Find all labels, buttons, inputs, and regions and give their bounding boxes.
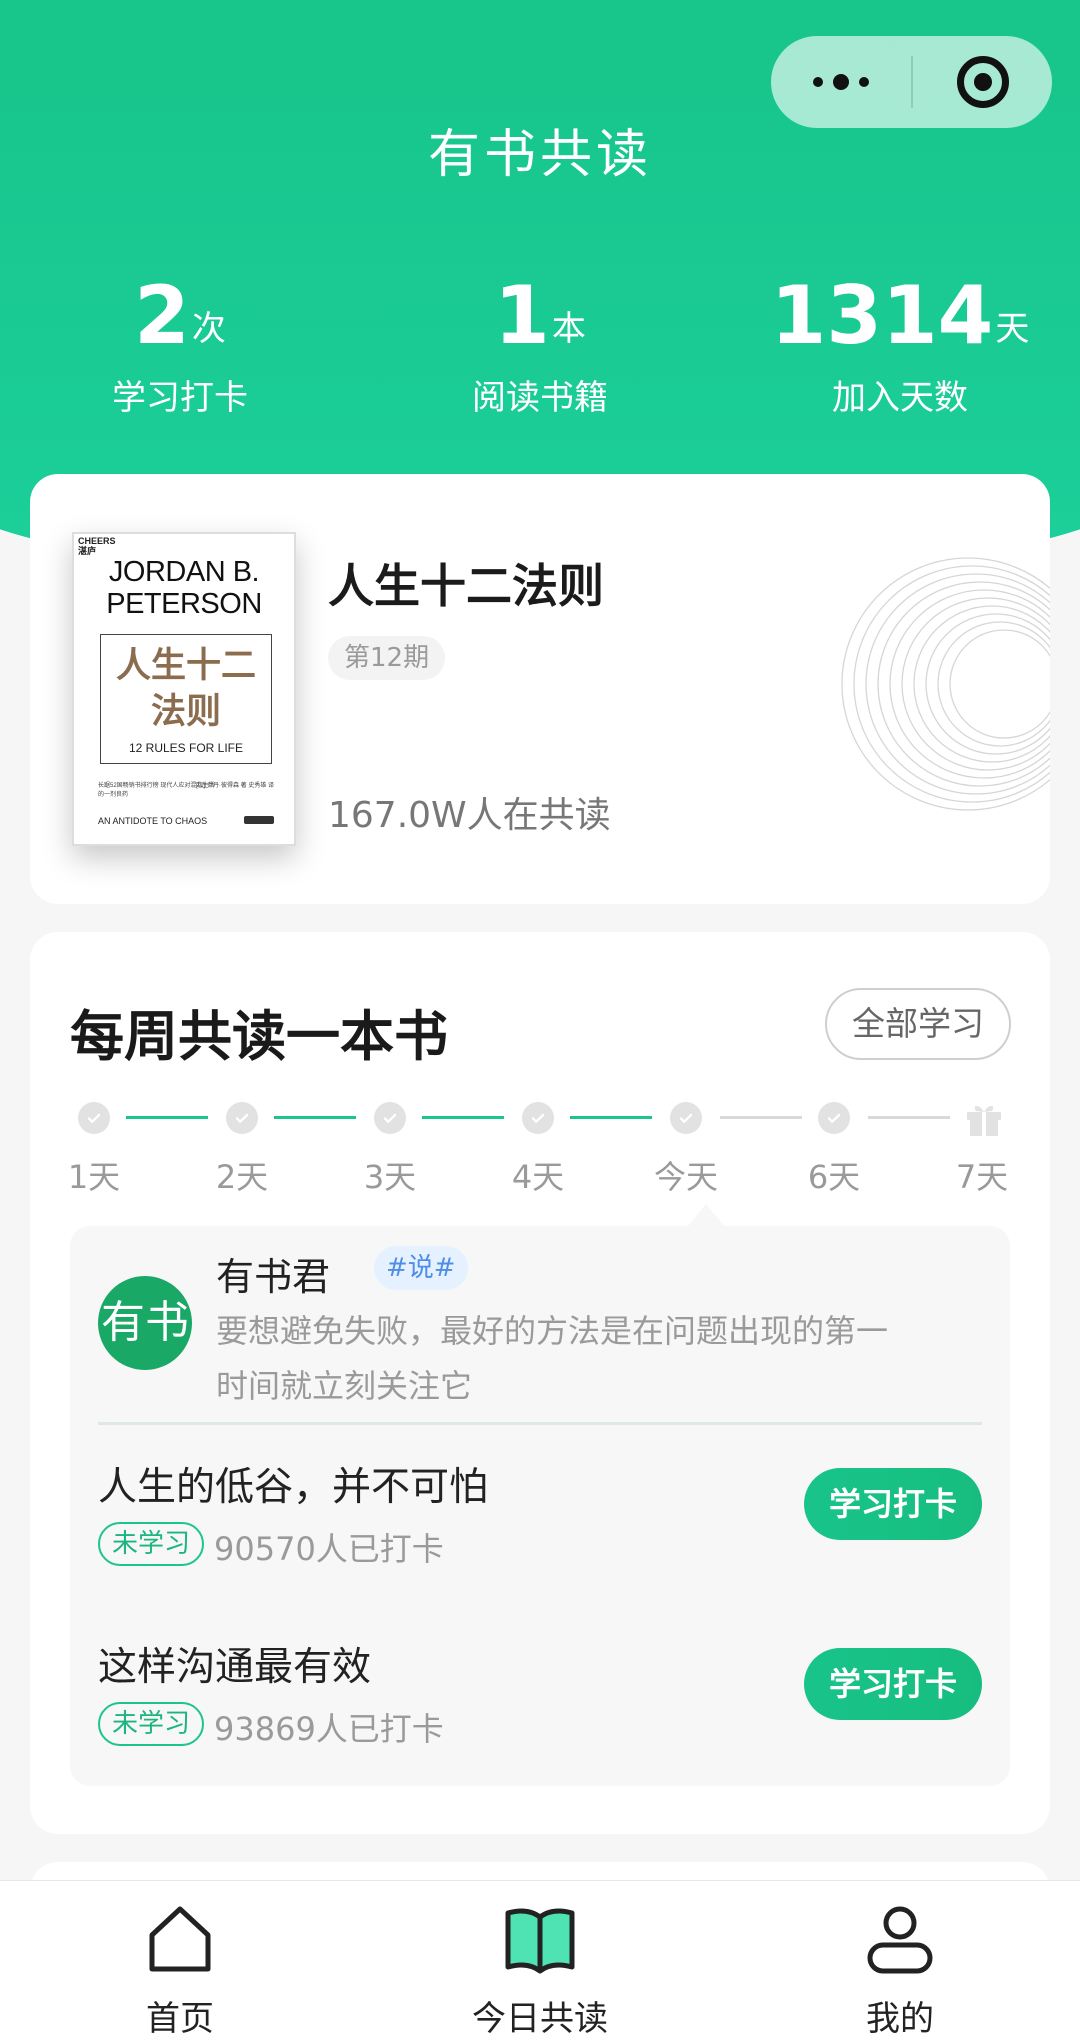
target-icon: [956, 56, 1009, 108]
lesson-title: 这样沟通最有效: [98, 1645, 372, 1690]
study-all-button[interactable]: 全部学习: [825, 988, 1011, 1060]
day-label: 7天: [955, 1158, 1009, 1196]
study-checkin-button[interactable]: 学习打卡: [804, 1648, 982, 1720]
quote-author-name: 有书君: [216, 1255, 331, 1299]
day-check-icon: [226, 1102, 258, 1134]
stat-value: 2: [134, 269, 190, 362]
lesson-item[interactable]: 这样沟通最有效 未学习 93869人已打卡 学习打卡: [98, 1636, 982, 1756]
day-label: 2天: [215, 1158, 269, 1196]
open-book-icon: [505, 1908, 575, 1974]
decorative-rings-icon: [841, 557, 1050, 811]
status-badge: 未学习: [98, 1702, 205, 1746]
timeline-segment-done: [274, 1116, 356, 1119]
timeline-segment-pending: [868, 1116, 950, 1119]
tab-today-reading[interactable]: 今日共读: [420, 1899, 660, 2040]
stat-unit: 天: [995, 309, 1030, 349]
book-cover[interactable]: CHEERS 湛庐 JORDAN B. PETERSON 人生十二法则 12 R…: [72, 532, 296, 846]
avatar: 有书: [98, 1276, 192, 1370]
day-check-icon: [78, 1102, 110, 1134]
tab-mine[interactable]: 我的: [780, 1899, 1020, 2040]
gift-icon: [967, 1105, 1001, 1136]
cover-author: JORDAN B. PETERSON: [106, 556, 262, 620]
cover-subtitle: AN ANTIDOTE TO CHAOS: [98, 816, 208, 826]
cover-title-en: 12 RULES FOR LIFE: [128, 741, 244, 755]
tab-label: 首页: [146, 1999, 214, 2039]
day-check-icon: [818, 1102, 850, 1134]
timeline-segment-pending: [720, 1116, 802, 1119]
day-label: 3天: [363, 1158, 417, 1196]
stat-value: 1: [494, 269, 550, 362]
cover-title-zh: 人生十二法则: [115, 646, 256, 732]
page: 有书共读 2次 学习打卡 1本 阅读书籍 1314 天 加入天数 CHEERS 湛…: [0, 0, 1080, 2040]
current-book-card[interactable]: CHEERS 湛庐 JORDAN B. PETERSON 人生十二法则 12 R…: [30, 474, 1050, 904]
home-icon: [149, 1906, 211, 1972]
stat-checkins: 2次 学习打卡: [30, 270, 330, 419]
week-progress-timeline: 1天 2天 3天 4天 今天 6天 7天: [30, 1102, 1050, 1212]
lesson-item[interactable]: 人生的低谷，并不可怕 未学习 90570人已打卡 学习打卡: [98, 1456, 982, 1576]
today-pointer: [688, 1204, 724, 1226]
quote-text: 要想避免失败，最好的方法是在问题出现的第一时间就立刻关注它: [216, 1312, 889, 1405]
tab-label: 我的: [866, 1999, 934, 2039]
stat-value: 1314: [770, 269, 994, 362]
day-check-icon: [522, 1102, 554, 1134]
stats-row: 2次 学习打卡 1本 阅读书籍 1314 天 加入天数: [0, 270, 1080, 420]
weekly-reading-card: 每周共读一本书 全部学习 1天 2天 3天 4天 今天 6天 7天 有书 有书君…: [30, 932, 1050, 1834]
divider: [98, 1422, 982, 1425]
today-content-panel: 有书 有书君 #说# 要想避免失败，最好的方法是在问题出现的第一时间就立刻关注它…: [70, 1226, 1010, 1786]
cover-credits: [加] 乔丹·彼得森 著 史秀雄 译: [195, 783, 274, 789]
issue-badge: 第12期: [328, 636, 446, 680]
tab-label: 今日共读: [472, 1999, 608, 2039]
lesson-title: 人生的低谷，并不可怕: [98, 1465, 489, 1510]
app-title: 有书共读: [427, 125, 652, 185]
reader-count: 167.0W人在共读: [328, 795, 611, 836]
timeline-segment-done: [126, 1116, 208, 1119]
stat-days-joined: 1314 天 加入天数: [750, 270, 1050, 419]
bottom-tab-bar: 首页 今日共读 我的: [0, 1880, 1080, 2040]
status-badge: 未学习: [98, 1522, 205, 1566]
day-label-today: 今天: [653, 1158, 718, 1196]
tab-home[interactable]: 首页: [60, 1899, 300, 2040]
cover-title-frame: 人生十二法则 12 RULES FOR LIFE: [100, 634, 272, 764]
timeline-segment-done: [570, 1116, 652, 1119]
stat-unit: 本: [551, 309, 586, 349]
checkin-count: 90570人已打卡: [214, 1530, 444, 1568]
cover-publisher-logo: [244, 816, 274, 824]
checkin-count: 93869人已打卡: [214, 1710, 444, 1748]
stat-label: 学习打卡: [112, 378, 248, 418]
day-label: 6天: [807, 1158, 861, 1196]
day-label: 1天: [67, 1158, 121, 1196]
day-label: 4天: [511, 1158, 565, 1196]
user-icon: [867, 1906, 933, 1974]
quote-tag: #说#: [374, 1246, 468, 1290]
study-checkin-button[interactable]: 学习打卡: [804, 1468, 982, 1540]
more-dots-icon: [813, 77, 823, 87]
book-title: 人生十二法则: [328, 559, 604, 613]
stat-unit: 次: [191, 309, 226, 349]
timeline-segment-done: [422, 1116, 504, 1119]
weekly-title: 每周共读一本书: [70, 1005, 448, 1068]
stat-label: 阅读书籍: [472, 378, 608, 418]
stat-books: 1本 阅读书籍: [390, 270, 690, 419]
day-check-icon: [670, 1102, 702, 1134]
cover-publisher: CHEERS 湛庐: [78, 536, 116, 556]
day-check-icon: [374, 1102, 406, 1134]
stat-label: 加入天数: [832, 378, 968, 418]
